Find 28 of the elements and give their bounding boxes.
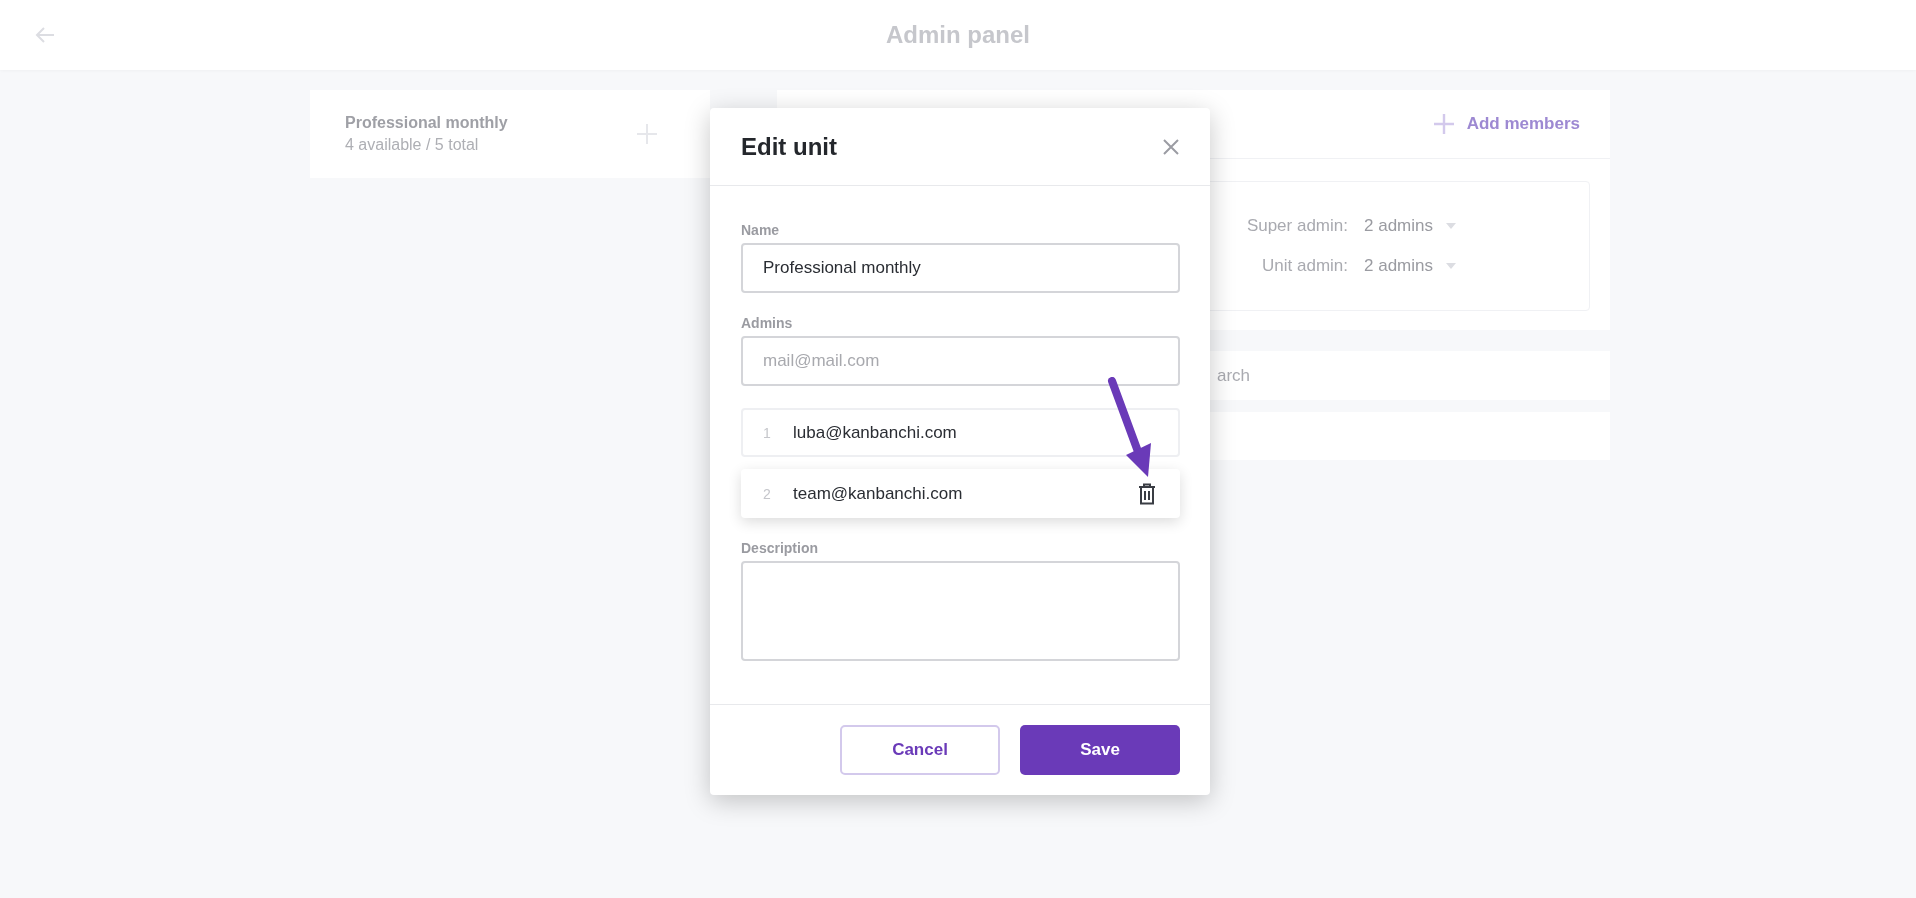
admin-email: team@kanbanchi.com — [793, 483, 964, 504]
caret-icon — [1445, 262, 1457, 270]
page-title: Admin panel — [886, 21, 1030, 49]
admin-row[interactable]: 1 luba@kanbanchi.com — [741, 408, 1180, 457]
admins-field[interactable]: mail@mail.com — [741, 336, 1180, 386]
admin-row[interactable]: 2 team@kanbanchi.com — [741, 469, 1180, 518]
description-field[interactable] — [741, 561, 1180, 661]
caret-icon — [1445, 222, 1457, 230]
field-label: Name — [741, 222, 781, 238]
back-arrow-icon[interactable] — [35, 26, 55, 44]
role-label: Super admin: — [1246, 216, 1348, 236]
role-label: Unit admin: — [1262, 256, 1348, 276]
trash-icon[interactable] — [1138, 482, 1156, 505]
unit-name: Professional monthly — [345, 114, 508, 132]
row-number: 2 — [763, 485, 772, 502]
row-number: 1 — [763, 424, 772, 441]
cancel-button[interactable]: Cancel — [840, 725, 1000, 775]
plus-icon[interactable] — [636, 123, 658, 145]
field-label: Admins — [741, 315, 794, 331]
dialog-title: Edit unit — [741, 132, 837, 161]
search-placeholder: arch — [1217, 365, 1251, 386]
save-button[interactable]: Save — [1020, 725, 1180, 775]
admin-email: luba@kanbanchi.com — [793, 422, 958, 443]
plus-icon — [1432, 113, 1455, 135]
field-label: Description — [741, 540, 819, 556]
name-field[interactable]: Professional monthly — [741, 243, 1180, 293]
unit-availability: 4 available / 5 total — [345, 136, 480, 154]
close-icon[interactable] — [1162, 137, 1180, 156]
